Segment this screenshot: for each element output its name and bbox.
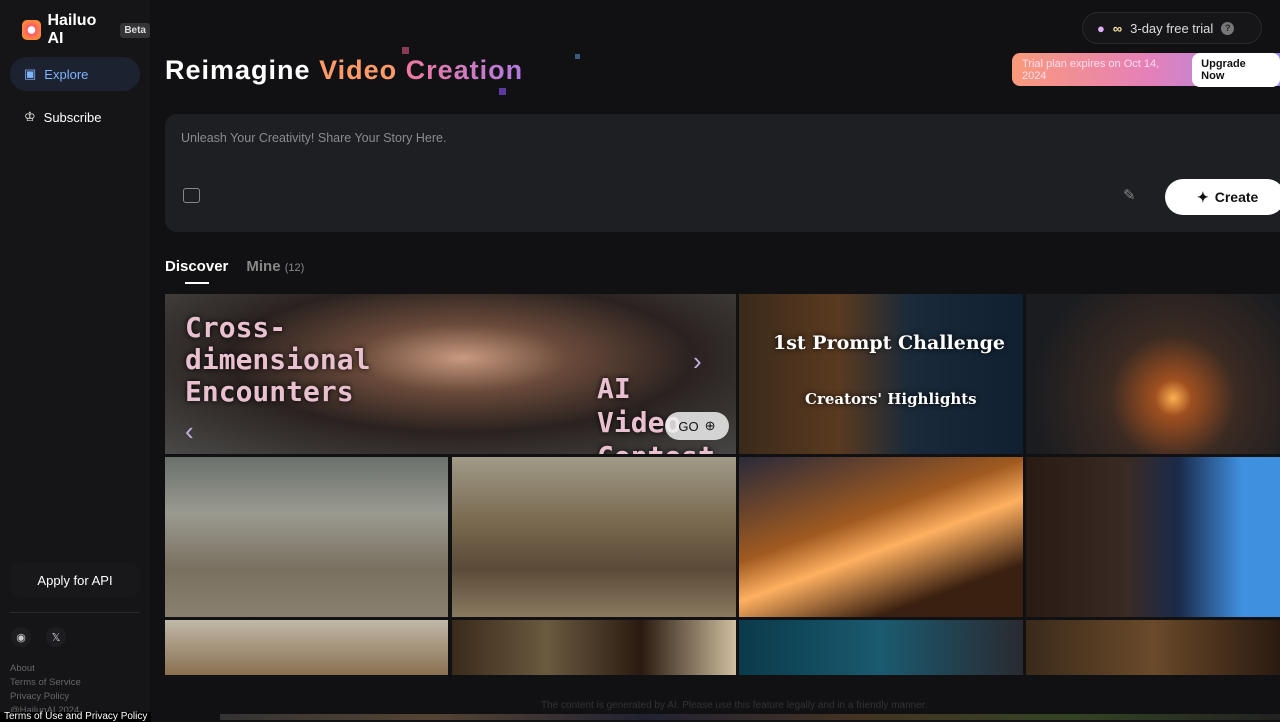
tab-count: (12)	[284, 262, 305, 274]
title-part: Creation	[405, 55, 524, 85]
upgrade-now-button[interactable]: Upgrade Now	[1192, 52, 1280, 87]
challenge-card[interactable]: 1st Prompt Challenge Creators' Highlight…	[739, 294, 1023, 454]
compass-icon: ▣	[24, 66, 37, 81]
tab-label: Mine	[246, 258, 281, 275]
terms-link[interactable]: Terms of Service	[10, 676, 81, 690]
ai-content-notice: The content is generated by AI. Please u…	[541, 700, 928, 711]
video-card[interactable]	[1026, 620, 1280, 675]
about-link[interactable]: About	[10, 662, 81, 676]
tab-discover[interactable]: Discover	[165, 258, 228, 284]
help-icon[interactable]: ?	[1221, 21, 1235, 35]
decor-dot	[499, 88, 506, 95]
brand-name: Hailuo AI	[47, 12, 97, 47]
trial-pill[interactable]: ● ∞ 3-day free trial ?	[1082, 12, 1262, 44]
video-card[interactable]	[452, 620, 736, 675]
video-card[interactable]	[739, 457, 1023, 617]
contest-banner[interactable]: Cross-dimensional Encounters AI Video Co…	[165, 294, 736, 454]
sidebar: Hailuo AI Beta ▣ Explore ♔ Subscribe Apply…	[0, 0, 150, 720]
decor-dot	[575, 54, 580, 59]
video-card[interactable]	[1026, 294, 1280, 454]
sparkle-icon: ✦	[1197, 188, 1209, 205]
next-arrow-icon[interactable]: ›	[693, 346, 702, 377]
video-card[interactable]	[739, 620, 1023, 675]
shell-icon: ●	[1097, 20, 1105, 36]
magic-wand-icon[interactable]: ✎	[1123, 186, 1136, 204]
arrow-circle-icon: ⊕	[704, 418, 716, 433]
logo[interactable]: Hailuo AI Beta	[22, 12, 150, 48]
create-button[interactable]: ✦ Create	[1165, 179, 1280, 215]
decor-dot	[402, 47, 409, 54]
crown-icon: ♔	[24, 109, 36, 124]
terms-overlay-link[interactable]: Terms of Use and Privacy Policy	[0, 712, 152, 722]
video-card[interactable]	[165, 457, 448, 617]
title-part: Video	[319, 55, 398, 85]
go-label: GO	[678, 418, 699, 434]
go-button[interactable]: GO ⊕	[665, 412, 729, 440]
infinity-icon: ∞	[1112, 20, 1123, 36]
privacy-link[interactable]: Privacy Policy	[10, 690, 81, 704]
prompt-box[interactable]: Unleash Your Creativity! Share Your Stor…	[165, 114, 1280, 232]
bottom-thumbnail-strip	[220, 714, 1280, 720]
hailuo-logo-icon	[22, 20, 42, 40]
expiry-text: Trial plan expires on Oct 14, 2024	[1022, 57, 1160, 82]
challenge-title: 1st Prompt Challenge	[773, 332, 1006, 354]
challenge-subtitle: Creators' Highlights	[805, 390, 977, 408]
sidebar-item-label: Subscribe	[43, 109, 102, 125]
sidebar-item-label: Explore	[44, 66, 89, 82]
x-icon[interactable]: 𝕏	[46, 627, 66, 647]
divider	[10, 612, 140, 613]
create-label: Create	[1214, 189, 1259, 205]
banner-left-text: Cross-dimensional Encounters	[185, 311, 371, 408]
sidebar-item-explore[interactable]: ▣ Explore	[10, 57, 140, 91]
tab-mine[interactable]: Mine (12)	[246, 258, 304, 275]
video-card[interactable]	[165, 620, 448, 675]
image-upload-icon[interactable]	[183, 188, 200, 203]
trial-expiry-banner: Trial plan expires on Oct 14, 2024 Upgra…	[1012, 52, 1280, 87]
prev-arrow-icon[interactable]: ‹	[185, 416, 194, 447]
page-title: Reimagine Video Creation	[165, 55, 523, 86]
video-card[interactable]	[1026, 457, 1280, 617]
title-part: Reimagine	[165, 55, 311, 85]
sidebar-item-subscribe[interactable]: ♔ Subscribe	[10, 100, 140, 134]
beta-badge: Beta	[120, 22, 150, 38]
apply-api-button[interactable]: Apply for API	[10, 563, 140, 597]
prompt-input[interactable]: Unleash Your Creativity! Share Your Stor…	[181, 131, 446, 145]
video-card[interactable]	[452, 457, 736, 617]
trial-label: 3-day free trial	[1130, 20, 1214, 36]
discord-icon[interactable]: ◉	[11, 627, 31, 647]
